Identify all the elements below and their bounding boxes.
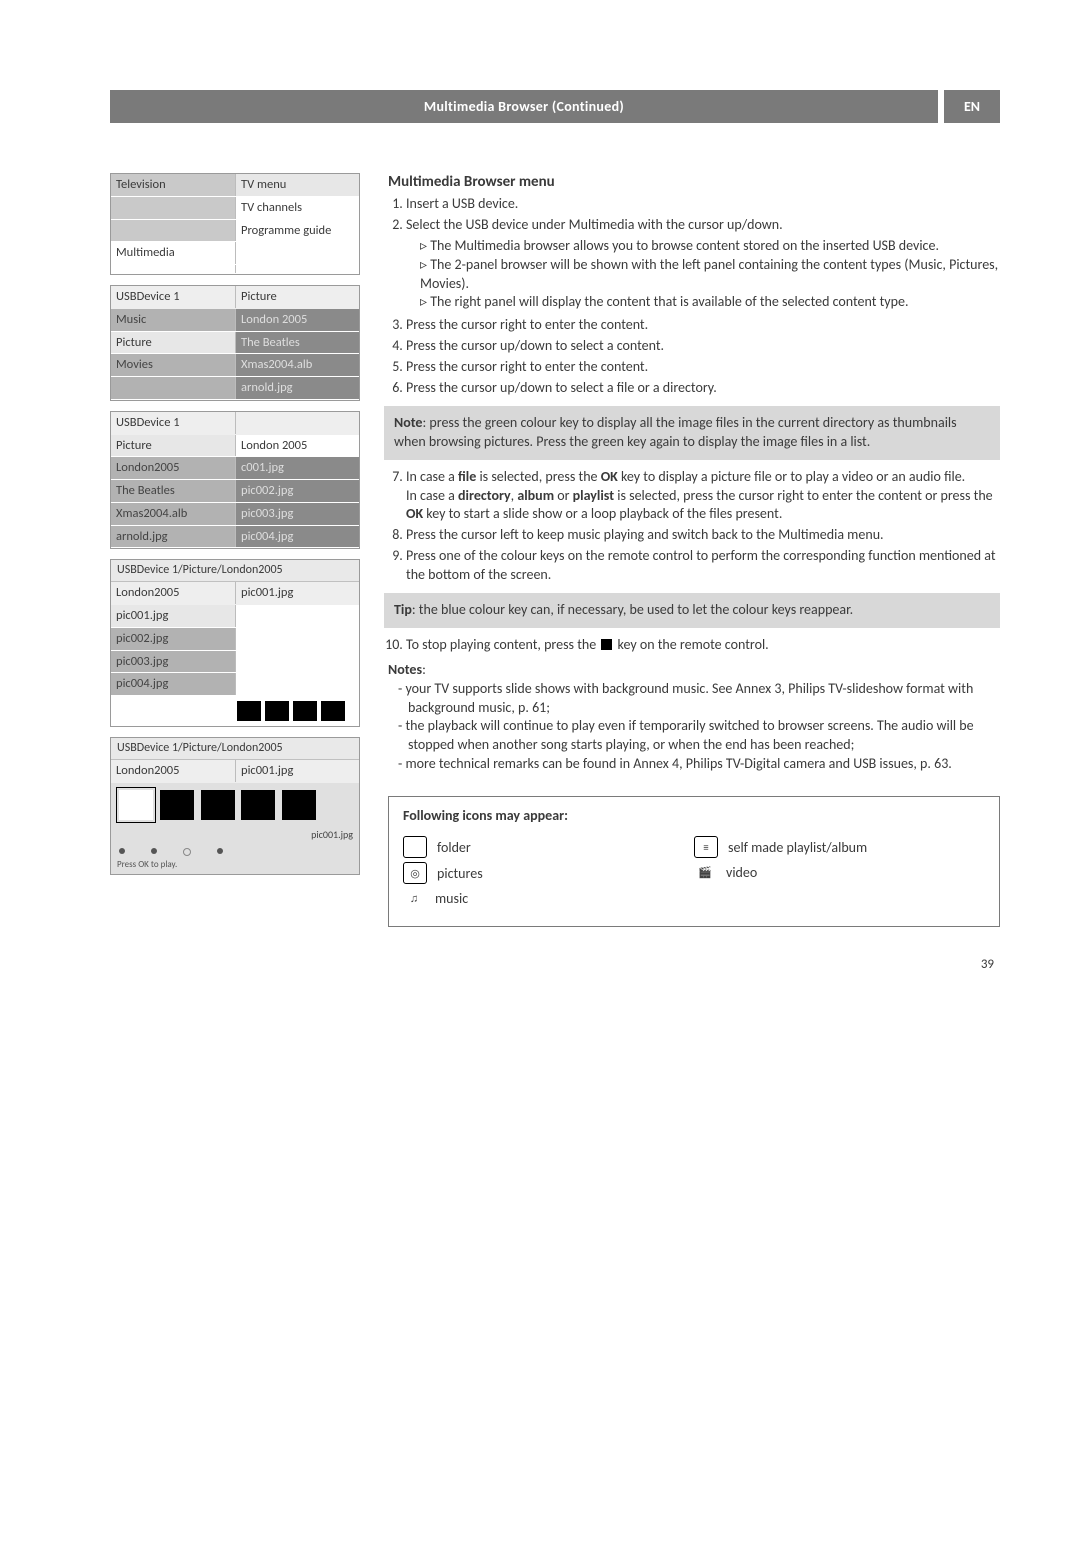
table-cell: TV menu xyxy=(235,174,359,196)
panel-thumbnail-view: USBDevice 1/Picture/London2005 London200… xyxy=(110,737,360,875)
note-text: press the green colour key to display al… xyxy=(394,414,957,450)
table-cell xyxy=(235,242,359,264)
table-cell: Programme guide xyxy=(235,220,359,242)
table-cell xyxy=(111,220,235,242)
step-5: Press the cursor right to enter the cont… xyxy=(406,358,1000,377)
breadcrumb: USBDevice 1/Picture/London2005 xyxy=(111,560,359,582)
table-cell: The Beatles xyxy=(111,480,235,502)
step-10: To stop playing content, press the key o… xyxy=(406,636,1000,655)
step-1: Insert a USB device. xyxy=(406,195,1000,214)
table-cell: Television xyxy=(111,174,235,196)
thumbnail-caption: pic001.jpg xyxy=(117,825,353,840)
step-2-sub: The right panel will display the content… xyxy=(420,293,1000,312)
table-cell xyxy=(111,197,235,219)
note-item: - the playback will continue to play eve… xyxy=(398,717,1000,755)
instruction-list-cont: In case a file is selected, press the OK… xyxy=(406,468,1000,585)
step-6: Press the cursor up/down to select a fil… xyxy=(406,379,1000,398)
table-cell: Xmas2004.alb xyxy=(235,354,359,376)
table-cell: pic002.jpg xyxy=(111,628,235,650)
panel-usb-picture-list: USBDevice 1PictureLondon 2005London2005c… xyxy=(110,411,360,550)
tip-box: Tip: the blue colour key can, if necessa… xyxy=(384,593,1000,628)
panel-tv-menu: TelevisionTV menuTV channelsProgramme gu… xyxy=(110,173,360,275)
icon-label: folder xyxy=(437,839,471,856)
step-2-sub: The Multimedia browser allows you to bro… xyxy=(420,237,1000,256)
thumbnail[interactable] xyxy=(201,790,235,820)
table-cell: c001.jpg xyxy=(235,457,359,479)
colour-key-dots xyxy=(111,842,359,858)
table-cell: Music xyxy=(111,309,235,331)
thumbnail xyxy=(237,701,261,721)
table-cell: pic003.jpg xyxy=(235,503,359,525)
language-badge: EN xyxy=(944,90,1000,123)
note-item: - your TV supports slide shows with back… xyxy=(398,680,1000,718)
page-title: Multimedia Browser (Continued) xyxy=(110,90,938,123)
table-cell xyxy=(235,265,359,273)
table-cell: pic004.jpg xyxy=(111,673,235,695)
thumbnail xyxy=(265,701,289,721)
icon-label: music xyxy=(435,890,468,907)
step-2-sub: The 2-panel browser will be shown with t… xyxy=(420,256,1000,294)
table-cell: pic004.jpg xyxy=(235,526,359,548)
thumbnail xyxy=(293,701,317,721)
table-cell: Picture xyxy=(111,435,235,457)
thumbnail-selected[interactable] xyxy=(119,790,153,820)
notes-block: Notes: - your TV supports slide shows wi… xyxy=(388,661,1000,774)
stop-icon xyxy=(601,639,612,650)
table-cell: London 2005 xyxy=(235,309,359,331)
music-icon: ♫ xyxy=(403,888,425,908)
section-heading: Multimedia Browser menu xyxy=(388,173,1000,191)
table-cell: pic003.jpg xyxy=(111,651,235,673)
step-7: In case a file is selected, press the OK… xyxy=(406,468,1000,525)
table-cell xyxy=(111,377,235,399)
table-cell: Picture xyxy=(111,332,235,354)
icons-legend: Following icons may appear: folder ◎pict… xyxy=(388,796,1000,927)
table-cell: arnold.jpg xyxy=(111,526,235,548)
press-ok-hint: Press OK to play. xyxy=(111,858,359,874)
thumbnail[interactable] xyxy=(160,790,194,820)
thumbnail xyxy=(321,701,345,721)
pictures-icon: ◎ xyxy=(403,862,427,884)
thumbnail[interactable] xyxy=(282,790,316,820)
step-3: Press the cursor right to enter the cont… xyxy=(406,316,1000,335)
table-cell: The Beatles xyxy=(235,332,359,354)
col-header-right: pic001.jpg xyxy=(235,582,359,604)
table-cell: Xmas2004.alb xyxy=(111,503,235,525)
col-header-left: London2005 xyxy=(111,760,235,782)
page-number: 39 xyxy=(110,957,1000,972)
instruction-list-cont2: To stop playing content, press the key o… xyxy=(406,636,1000,655)
col-header-right: pic001.jpg xyxy=(235,760,359,782)
icon-label: pictures xyxy=(437,865,483,882)
thumbnail[interactable] xyxy=(241,790,275,820)
breadcrumb: USBDevice 1/Picture/London2005 xyxy=(111,738,359,760)
table-cell: London 2005 xyxy=(235,435,359,457)
icon-label: self made playlist/album xyxy=(728,839,867,856)
note-box: Note: Note: press the green colour key t… xyxy=(384,406,1000,460)
folder-icon xyxy=(403,836,427,858)
table-cell: pic002.jpg xyxy=(235,480,359,502)
panel-usb-categories: USBDevice 1PictureMusicLondon 2005Pictur… xyxy=(110,285,360,401)
step-8: Press the cursor left to keep music play… xyxy=(406,526,1000,545)
table-cell: arnold.jpg xyxy=(235,377,359,399)
step-9: Press one of the colour keys on the remo… xyxy=(406,547,1000,585)
step-4: Press the cursor up/down to select a con… xyxy=(406,337,1000,356)
table-cell: London2005 xyxy=(111,457,235,479)
table-cell: Movies xyxy=(111,354,235,376)
col-header-left: London2005 xyxy=(111,582,235,604)
video-icon: 🎬 xyxy=(694,862,716,882)
note-item: - more technical remarks can be found in… xyxy=(398,755,1000,774)
instruction-list: Insert a USB device. Select the USB devi… xyxy=(406,195,1000,398)
table-cell: TV channels xyxy=(235,197,359,219)
table-cell xyxy=(111,265,235,273)
panel-folder-files: USBDevice 1/Picture/London2005 London200… xyxy=(110,559,360,727)
playlist-icon: ≡ xyxy=(694,836,718,858)
table-cell: Multimedia xyxy=(111,242,235,264)
table-cell: pic001.jpg xyxy=(111,605,235,627)
icon-label: video xyxy=(726,864,757,881)
step-2: Select the USB device under Multimedia w… xyxy=(406,216,1000,312)
